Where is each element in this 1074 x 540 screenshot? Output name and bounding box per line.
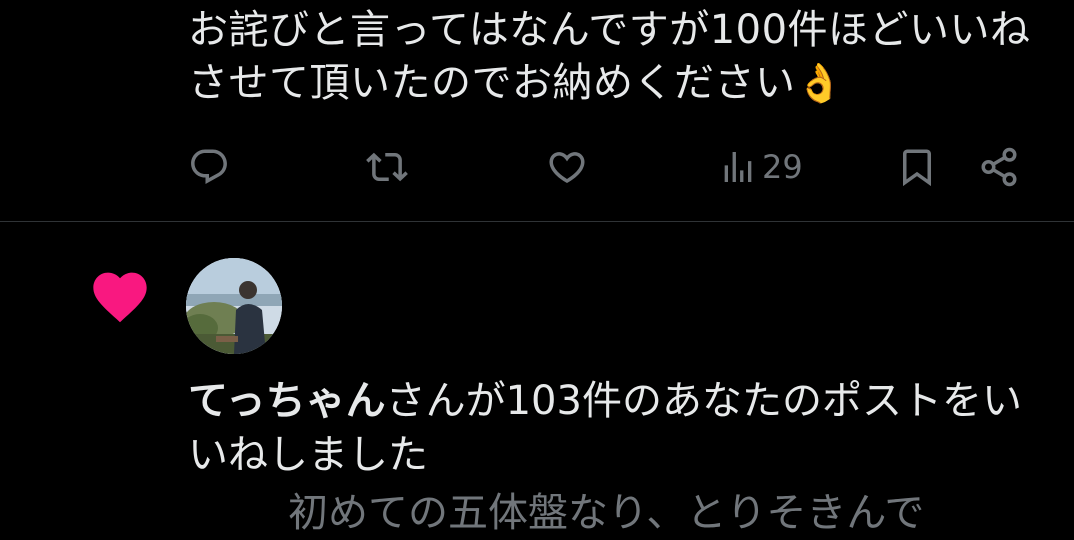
heart-icon bbox=[88, 264, 152, 324]
share-button[interactable] bbox=[978, 143, 1020, 191]
heart-outline-icon bbox=[549, 152, 585, 184]
tweet-actions: 29 bbox=[0, 143, 1074, 191]
retweet-icon bbox=[366, 152, 408, 182]
views-icon bbox=[724, 152, 752, 182]
views-count: 29 bbox=[762, 148, 803, 186]
bookmark-button[interactable] bbox=[896, 143, 938, 191]
avatar[interactable] bbox=[186, 258, 282, 354]
tweet-body: お詫びと言ってはなんですが100件ほどいいねさせて頂いたのでお納めください bbox=[188, 7, 1031, 106]
like-button[interactable] bbox=[546, 143, 588, 191]
bookmark-icon bbox=[903, 149, 931, 187]
user-name[interactable]: てっちゃん bbox=[188, 378, 386, 424]
tweet-text: お詫びと言ってはなんですが100件ほどいいねさせて頂いたのでお納めください👌 bbox=[188, 4, 1058, 110]
ok-hand-emoji: 👌 bbox=[795, 61, 844, 105]
reply-button[interactable] bbox=[188, 143, 230, 191]
views-button[interactable]: 29 bbox=[718, 143, 803, 191]
post-preview[interactable]: 初めての五体盤なり、とりそきんで bbox=[288, 486, 1068, 540]
notification-text: てっちゃんさんが103件のあなたのポストをいいねしました bbox=[188, 374, 1058, 482]
reply-icon bbox=[191, 149, 227, 184]
divider bbox=[0, 221, 1074, 222]
share-icon bbox=[981, 147, 1017, 187]
retweet-button[interactable] bbox=[366, 143, 408, 191]
